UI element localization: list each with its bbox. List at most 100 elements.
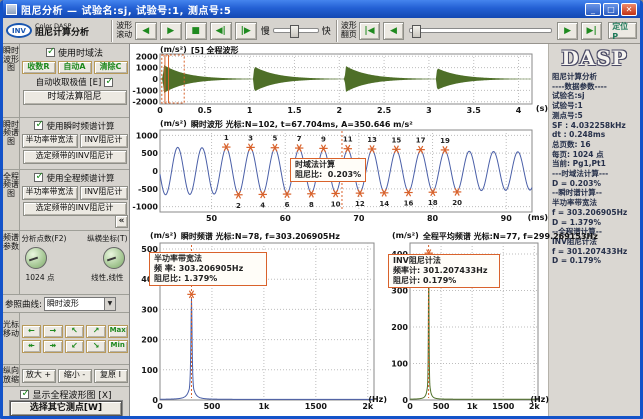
auto-button[interactable]: 自动A bbox=[58, 61, 92, 74]
step-back-button[interactable]: ◀| bbox=[210, 22, 232, 40]
use-time-domain-checkbox-row[interactable]: 使用时域法 bbox=[46, 46, 103, 59]
axis-scale-knob[interactable] bbox=[103, 247, 125, 269]
cursor-downright-button[interactable]: ↘ bbox=[86, 340, 106, 353]
p1-title: [5] 全程波形 bbox=[191, 45, 239, 56]
control-panel: 瞬时波形图 使用时域法 收数R 自动A 清除C 自动收取极值 [E] bbox=[3, 44, 130, 416]
auto-extrema-checkbox-row[interactable]: 自动收取极值 [E] bbox=[36, 76, 114, 88]
cursor-right-button[interactable]: → bbox=[43, 325, 63, 338]
clear-button[interactable]: 清除C bbox=[94, 61, 128, 74]
time-domain-damping-button[interactable]: 时域法算阻尼 bbox=[23, 90, 127, 105]
info-line: D = 0.203% bbox=[552, 179, 637, 189]
svg-text:1k: 1k bbox=[467, 402, 479, 411]
checkbox-checked[interactable] bbox=[34, 121, 43, 130]
cursor-upleft-button[interactable]: ↖ bbox=[65, 325, 85, 338]
cursor-downleft-button[interactable]: ↙ bbox=[65, 340, 85, 353]
tooltip-line: 时域法计算 bbox=[295, 160, 335, 169]
tooltip-line: 阻尼计: 0.179% bbox=[393, 276, 456, 285]
collapse-panel-button[interactable]: « bbox=[115, 215, 128, 228]
svg-text:6: 6 bbox=[285, 201, 290, 209]
titlebar[interactable]: 阻尼分析 — 试验名:sj, 试验号:1, 测点号:5 _ □ ✕ bbox=[3, 0, 640, 18]
page-slider[interactable] bbox=[409, 28, 552, 33]
svg-text:300: 300 bbox=[141, 305, 158, 314]
analysis-points-knob[interactable] bbox=[25, 247, 47, 269]
info-line: f = 301.207433Hz bbox=[552, 247, 637, 257]
speed-slider-thumb[interactable] bbox=[290, 25, 299, 38]
use-instant-spectrum-checkbox-row[interactable]: 使用瞬时频谱计算 bbox=[34, 120, 114, 132]
play-forward-button[interactable]: ▶ bbox=[160, 22, 182, 40]
page-slider-thumb[interactable] bbox=[412, 25, 421, 38]
half-power-button-2[interactable]: 半功率带宽法 bbox=[22, 186, 78, 200]
axis-scale-value: 线性,线性 bbox=[91, 272, 123, 283]
use-instant-spectrum-label: 使用瞬时频谱计算 bbox=[46, 120, 114, 132]
first-page-button[interactable]: |◀ bbox=[359, 22, 380, 40]
svg-text:50: 50 bbox=[206, 214, 218, 223]
cursor-fastleft-button[interactable]: ↞ bbox=[22, 340, 42, 353]
info-line: f = 303.206905Hz bbox=[552, 208, 637, 218]
use-full-spectrum-checkbox-row[interactable]: 使用全程频谱计算 bbox=[34, 172, 114, 184]
half-power-button[interactable]: 半功率带宽法 bbox=[22, 134, 78, 148]
p4-x-unit: (Hz) bbox=[530, 395, 549, 404]
checkbox-checked[interactable] bbox=[46, 48, 55, 57]
maximize-button[interactable]: □ bbox=[603, 3, 619, 16]
checkbox-checked[interactable] bbox=[104, 78, 113, 87]
full-waveform-plot[interactable]: (m/s²)[5] 全程波形 (s) 00.511.522.533.54-200… bbox=[130, 44, 548, 118]
show-full-waveform-checkbox-row[interactable]: 显示全程波形图 [X] bbox=[3, 387, 129, 401]
band-inv-damping-button-2[interactable]: 选定频带的INV阻尼计 bbox=[23, 202, 127, 216]
p4-title: 全程平均频谱 光标:N=77, f=299.269153Hz bbox=[423, 231, 598, 242]
inv-damping-button[interactable]: INV阻尼计 bbox=[80, 134, 128, 148]
inv-damping-result-tooltip: INV阻尼计法频率计: 301.207433Hz阻尼计: 0.179% bbox=[388, 254, 500, 288]
page-label: 波形翻页 bbox=[341, 22, 357, 39]
zoom-reset-button[interactable]: 复原 I bbox=[94, 369, 128, 383]
minimize-button[interactable]: _ bbox=[585, 3, 601, 16]
cursor-max-button[interactable]: Max bbox=[108, 325, 128, 338]
vertical-zoom-section: 纵向放缩 放大 + 缩小 - 复原 I bbox=[3, 365, 129, 387]
svg-text:2: 2 bbox=[336, 106, 342, 115]
cursor-fastright-button[interactable]: ↠ bbox=[43, 340, 63, 353]
svg-text:12: 12 bbox=[355, 200, 365, 208]
play-back-button[interactable]: ◀ bbox=[135, 22, 157, 40]
band-inv-damping-button[interactable]: 选定频带的INV阻尼计 bbox=[23, 150, 127, 164]
select-other-point-button[interactable]: 选择其它测点[W] bbox=[10, 401, 122, 416]
step-forward-button[interactable]: |▶ bbox=[235, 22, 257, 40]
cursor-upright-button[interactable]: ↗ bbox=[86, 325, 106, 338]
svg-text:19: 19 bbox=[440, 137, 450, 145]
chevron-down-icon[interactable]: ▼ bbox=[104, 298, 115, 310]
svg-text:11: 11 bbox=[343, 136, 353, 144]
locate-button[interactable]: 定位P bbox=[608, 22, 637, 39]
zoom-in-button[interactable]: 放大 + bbox=[22, 369, 56, 383]
window-title: 阻尼分析 — 试验名:sj, 试验号:1, 测点号:5 bbox=[21, 2, 581, 17]
info-line: 阻尼计算分析 bbox=[552, 72, 637, 82]
p1-x-unit: (s) bbox=[536, 104, 548, 113]
cursor-min-button[interactable]: Min bbox=[108, 340, 128, 353]
next-page-button[interactable]: ▶ bbox=[557, 22, 578, 40]
use-full-spectrum-label: 使用全程频谱计算 bbox=[46, 172, 114, 184]
speed-slider[interactable] bbox=[273, 28, 319, 33]
checkbox-checked[interactable] bbox=[20, 390, 29, 399]
stop-button[interactable]: ■ bbox=[185, 22, 207, 40]
svg-text:13: 13 bbox=[367, 136, 377, 144]
full-average-spectrum-plot[interactable]: (m/s²)全程平均频谱 光标:N=77, f=299.269153Hz (Hz… bbox=[386, 230, 548, 416]
last-page-button[interactable]: ▶| bbox=[581, 22, 602, 40]
instant-spectrum-plot[interactable]: (m/s²)瞬时频谱 光标:N=78, f=303.206905Hz (Hz) … bbox=[130, 230, 386, 416]
cursor-left-button[interactable]: ← bbox=[22, 325, 42, 338]
app-icon bbox=[6, 4, 17, 15]
info-line: 当前: Pg1,Pt1 bbox=[552, 159, 637, 169]
reference-curve-select[interactable]: 瞬时波形 ▼ bbox=[44, 297, 116, 311]
inv-damping-button-2[interactable]: INV阻尼计 bbox=[80, 186, 128, 200]
prev-page-button[interactable]: ◀ bbox=[383, 22, 404, 40]
svg-text:2000: 2000 bbox=[136, 52, 159, 61]
instant-waveform-plot[interactable]: (m/s²)瞬时波形 光标:N=102, t=67.704ms, A=350.6… bbox=[130, 118, 548, 230]
info-line: 试验名:sj bbox=[552, 91, 637, 101]
info-line: 试验号:1 bbox=[552, 101, 637, 111]
instant-spectrum-section: 瞬时频谱图 使用瞬时频谱计算 半功率带宽法 INV阻尼计 选定频带的INV阻尼计 bbox=[3, 118, 129, 170]
close-button[interactable]: ✕ bbox=[621, 3, 637, 16]
checkbox-checked[interactable] bbox=[34, 173, 43, 182]
zoom-out-button[interactable]: 缩小 - bbox=[58, 369, 92, 383]
svg-text:100: 100 bbox=[141, 366, 158, 375]
collect-button[interactable]: 收数R bbox=[22, 61, 56, 74]
half-power-result-tooltip: 半功率带宽法频 率: 303.206905Hz阻尼比: 1.379% bbox=[149, 252, 267, 286]
brand-line2: 阻尼计算分析 bbox=[35, 29, 89, 38]
spectrum-params-section: 频谱参数 分析点数(F2) 纵横坐标(T) 1024 点 线性,线性 bbox=[3, 231, 129, 295]
p3-title: 瞬时频谱 光标:N=78, f=303.206905Hz bbox=[181, 231, 340, 242]
svg-text:80: 80 bbox=[427, 214, 439, 223]
